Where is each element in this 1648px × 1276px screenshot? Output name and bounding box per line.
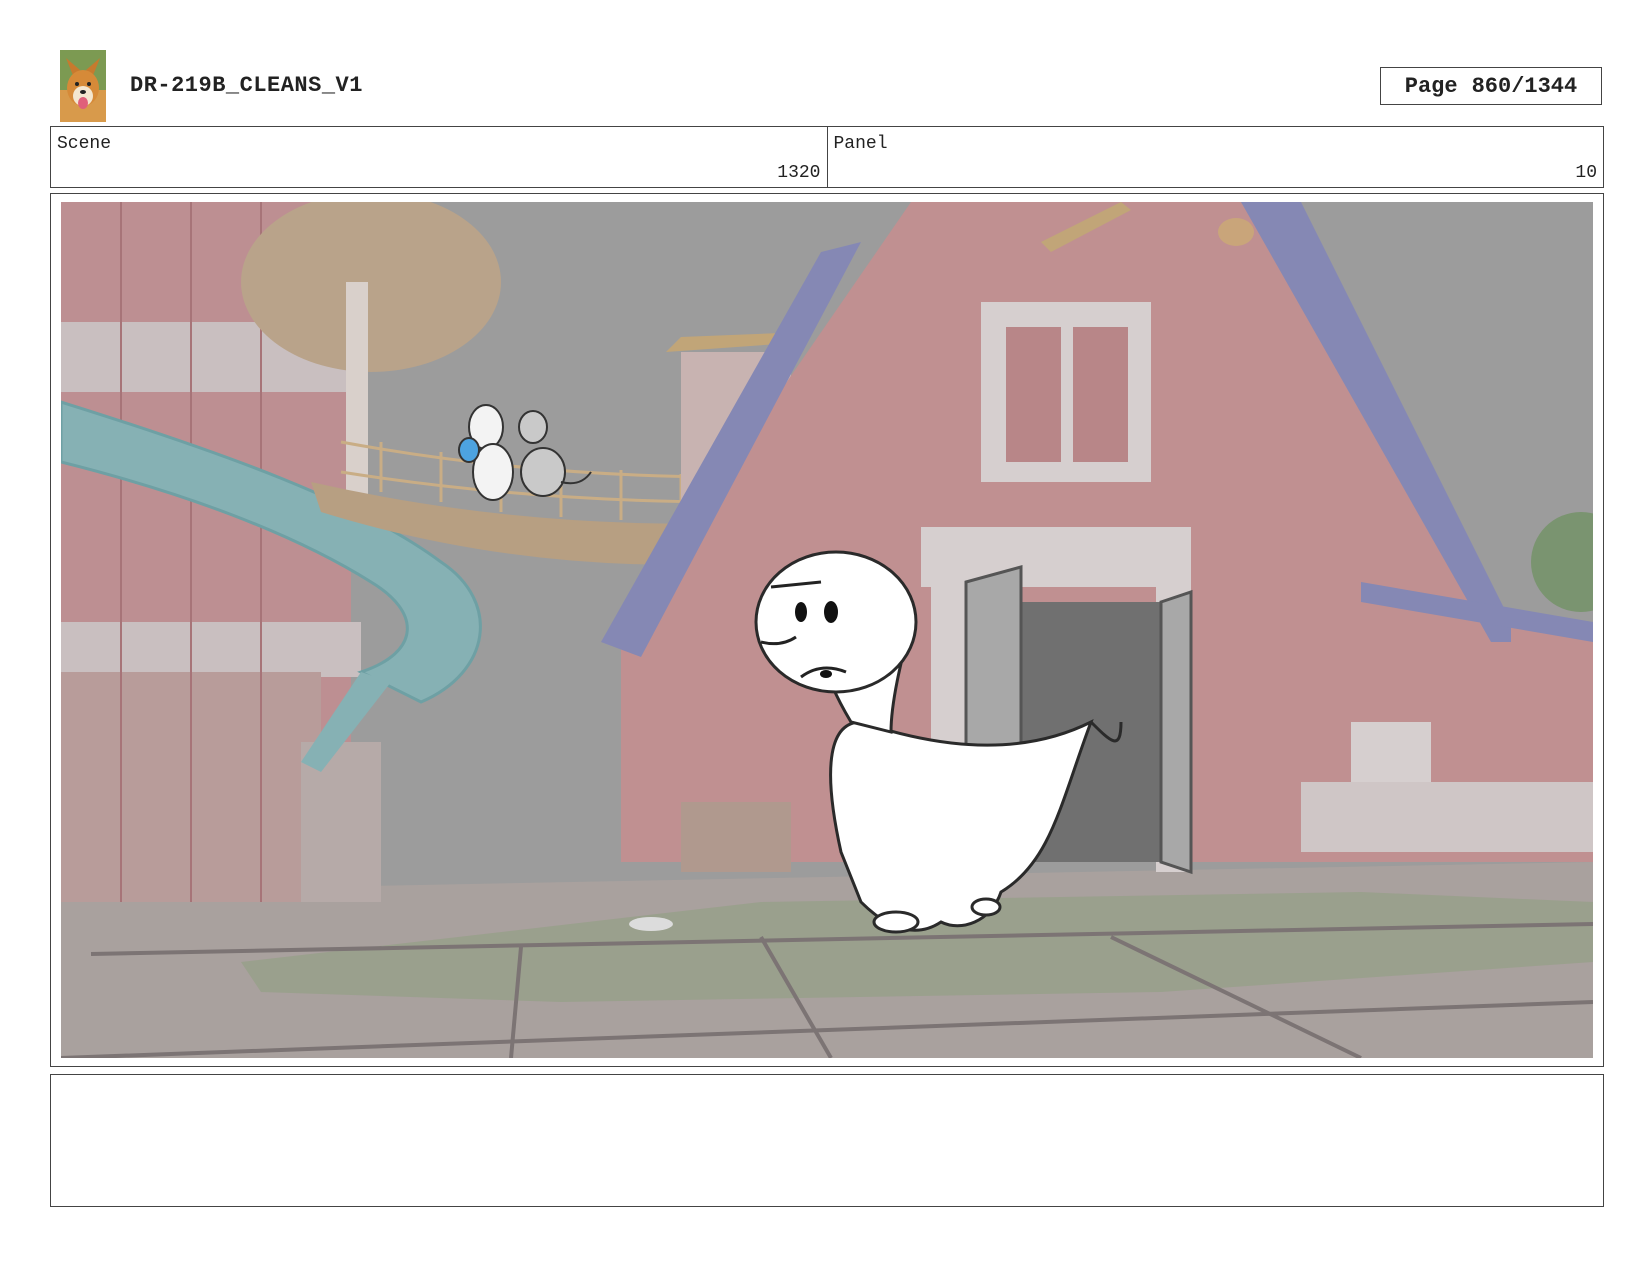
panel-notes-box — [50, 1074, 1604, 1207]
panel-label: Panel — [833, 134, 888, 154]
page-label: Page — [1404, 73, 1458, 99]
storyboard-frame — [50, 193, 1604, 1067]
document-title: DR-219B_CLEANS_V1 — [130, 73, 363, 98]
scene-label: Scene — [57, 134, 112, 154]
storyboard-panel-image — [61, 202, 1593, 1058]
panel-number: 10 — [1575, 163, 1597, 183]
page-indicator: Page 860/1344 — [1380, 67, 1602, 105]
scene-cell: Scene 1320 — [51, 127, 827, 187]
scene-panel-info-row: Scene 1320 Panel 10 — [50, 126, 1604, 188]
page-number: 860/1344 — [1471, 73, 1578, 99]
panel-cell: Panel 10 — [826, 127, 1604, 187]
scene-number: 1320 — [777, 163, 821, 183]
studio-logo-dog-photo — [60, 50, 106, 122]
